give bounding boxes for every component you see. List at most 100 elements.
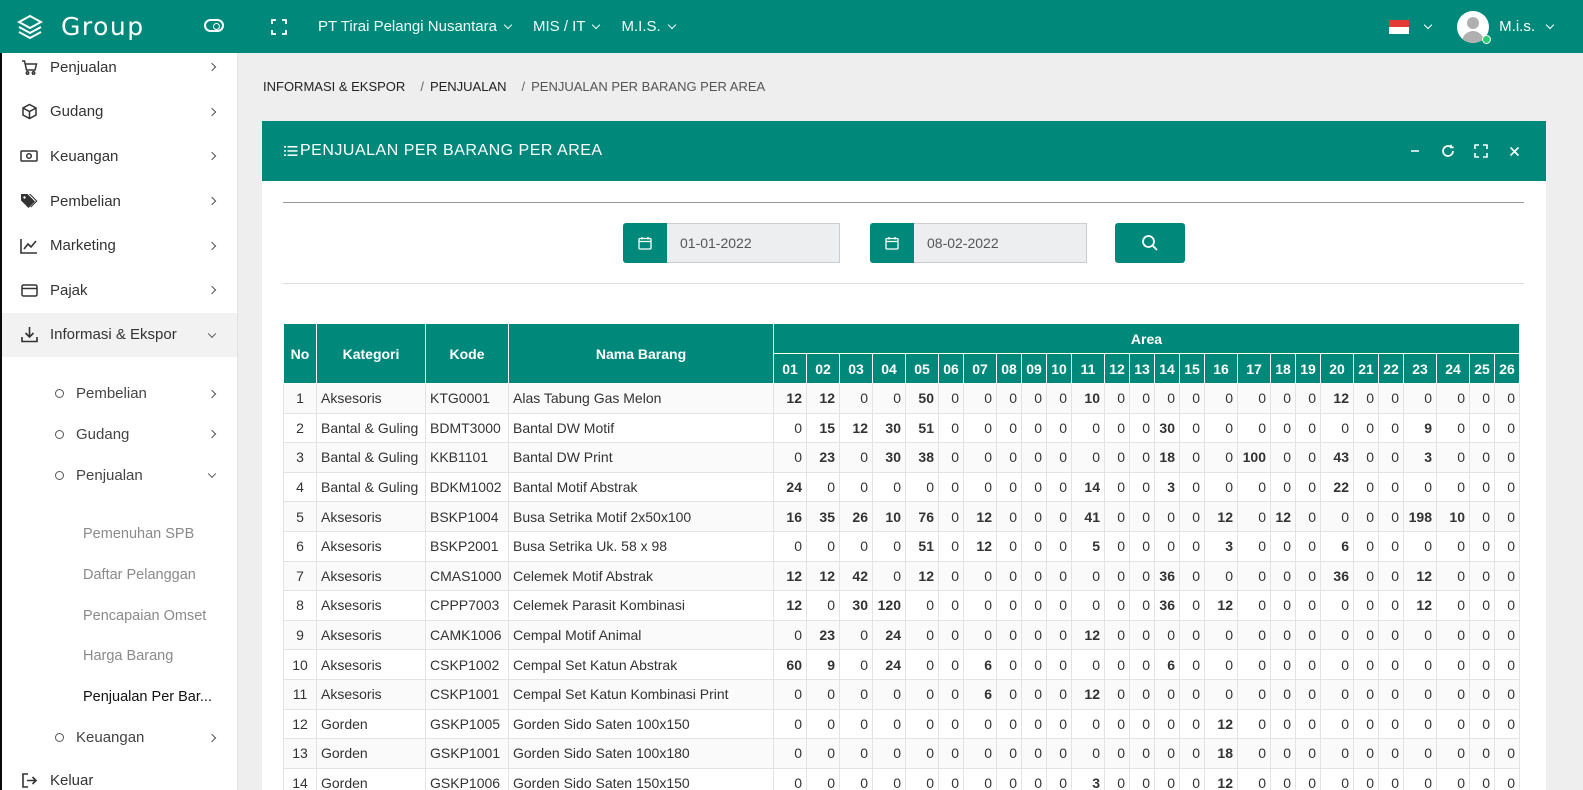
sidebar-leaf-harga-barang[interactable]: Harga Barang — [2, 636, 237, 677]
header-area-code[interactable]: 13 — [1129, 353, 1155, 384]
cell-area-qty: 0 — [1320, 768, 1354, 790]
cell-area-qty: 0 — [1378, 768, 1404, 790]
header-area-code[interactable]: 04 — [872, 353, 906, 384]
breadcrumb-item[interactable]: PENJUALAN — [430, 79, 507, 94]
header-area-code[interactable]: 17 — [1237, 353, 1271, 384]
cell-area-qty: 0 — [905, 620, 939, 651]
cell-area-qty: 12 — [1204, 501, 1238, 532]
table-row[interactable]: 4 Bantal & Guling BDKM1002 Bantal Motif Abs… — [283, 472, 1520, 503]
header-area-code[interactable]: 11 — [1071, 353, 1105, 384]
cell-area-qty: 0 — [1353, 709, 1379, 740]
date-to-input[interactable] — [914, 223, 1087, 263]
minimize-icon[interactable] — [1407, 143, 1423, 159]
table-row[interactable]: 7 Aksesoris CMAS1000 Celemek Motif Abstrak 1… — [283, 561, 1520, 592]
sidebar-leaf-daftar-pelanggan[interactable]: Daftar Pelanggan — [2, 554, 237, 595]
department-menu[interactable]: M.I.S. — [621, 18, 676, 35]
sidebar-item-pembelian[interactable]: Pembelian — [2, 179, 237, 224]
breadcrumb-item[interactable]: INFORMASI & EKSPOR — [263, 79, 405, 94]
refresh-icon[interactable] — [1440, 143, 1456, 159]
cell-area-qty: 0 — [1494, 413, 1520, 444]
header-area-code[interactable]: 15 — [1179, 353, 1205, 384]
header-area-code[interactable]: 25 — [1469, 353, 1495, 384]
division-menu[interactable]: MIS / IT — [533, 18, 601, 35]
sidebar-subitem-keuangan[interactable]: Keuangan — [2, 718, 237, 759]
language-chevron-icon[interactable] — [1423, 20, 1433, 29]
header-no[interactable]: No — [283, 323, 317, 384]
header-area-code[interactable]: 16 — [1204, 353, 1238, 384]
header-area-code[interactable]: 18 — [1270, 353, 1296, 384]
cell-area-qty: 0 — [1469, 413, 1495, 444]
header-area-code[interactable]: 10 — [1046, 353, 1072, 384]
calendar-icon[interactable] — [623, 223, 667, 263]
cell-area-qty: 0 — [1021, 442, 1047, 473]
sidebar-subitem-pembelian[interactable]: Pembelian — [2, 373, 237, 414]
cell-area-qty: 0 — [1403, 620, 1437, 651]
table-row[interactable]: 6 Aksesoris BSKP2001 Busa Setrika Uk. 58 x … — [283, 531, 1520, 562]
cell-area-qty: 0 — [1436, 442, 1470, 473]
header-area-code[interactable]: 22 — [1378, 353, 1404, 384]
table-row[interactable]: 3 Bantal & Guling KKB1101 Bantal DW Print 0 2… — [283, 442, 1520, 473]
header-area-code[interactable]: 20 — [1320, 353, 1354, 384]
indonesia-flag-icon[interactable] — [1389, 19, 1410, 34]
header-nama-barang[interactable]: Nama Barang — [508, 323, 774, 384]
table-row[interactable]: 9 Aksesoris CAMK1006 Cempal Motif Animal 0 23… — [283, 620, 1520, 651]
sidebar-subitem-gudang[interactable]: Gudang — [2, 414, 237, 455]
sidebar-leaf-penjualan-per-barang[interactable]: Penjualan Per Bar... — [2, 677, 237, 718]
sidebar-toggle-icon[interactable] — [204, 19, 224, 32]
header-area-code[interactable]: 09 — [1021, 353, 1047, 384]
table-row[interactable]: 14 Gorden GSKP1006 Gorden Sido Saten 150x15… — [283, 768, 1520, 790]
cell-area-qty: 0 — [1403, 768, 1437, 790]
sidebar-item-keluar[interactable]: Keluar — [2, 758, 237, 790]
header-area-code[interactable]: 26 — [1494, 353, 1520, 384]
table-row[interactable]: 8 Aksesoris CPPP7003 Celemek Parasit Kombin… — [283, 590, 1520, 621]
sidebar-subitem-penjualan[interactable]: Penjualan — [2, 455, 237, 496]
header-area-code[interactable]: 03 — [839, 353, 873, 384]
header-area-code[interactable]: 02 — [806, 353, 840, 384]
table-row[interactable]: 1 Aksesoris KTG0001 Alas Tabung Gas Melon 12… — [283, 383, 1520, 414]
header-kategori[interactable]: Kategori — [316, 323, 426, 384]
sidebar-item-label: Pajak — [50, 281, 88, 299]
header-area-code[interactable]: 07 — [963, 353, 997, 384]
header-area-code[interactable]: 14 — [1154, 353, 1180, 384]
sidebar-subitem-label: Keuangan — [76, 729, 145, 747]
table-row[interactable]: 10 Aksesoris CSKP1002 Cempal Set Katun Abst… — [283, 649, 1520, 680]
header-area-code[interactable]: 08 — [996, 353, 1022, 384]
header-area-code[interactable]: 12 — [1104, 353, 1130, 384]
sidebar-item-marketing[interactable]: Marketing — [2, 223, 237, 268]
header-area-code[interactable]: 19 — [1295, 353, 1321, 384]
header-area-code[interactable]: 24 — [1436, 353, 1470, 384]
header-area-code[interactable]: 01 — [773, 353, 807, 384]
cell-area-qty: 9 — [806, 649, 840, 680]
sidebar-item-label: Gudang — [50, 103, 104, 121]
sidebar-item-informasi-ekspor[interactable]: Informasi & Ekspor — [2, 312, 237, 358]
table-row[interactable]: 2 Bantal & Guling BDMT3000 Bantal DW Motif 0… — [283, 413, 1520, 444]
search-button[interactable] — [1115, 223, 1185, 263]
cell-area-qty: 0 — [1353, 649, 1379, 680]
header-area-code[interactable]: 05 — [905, 353, 939, 384]
sidebar-item-pajak[interactable]: Pajak — [2, 268, 237, 313]
sidebar-leaf-pencapaian-omset[interactable]: Pencapaian Omset — [2, 595, 237, 636]
header-area-code[interactable]: 21 — [1353, 353, 1379, 384]
fullscreen-icon[interactable] — [270, 18, 288, 36]
sidebar-item-gudang[interactable]: Gudang — [2, 90, 237, 135]
header-kode[interactable]: Kode — [425, 323, 509, 384]
cell-nama-barang: Gorden Sido Saten 150x150 — [508, 768, 774, 790]
expand-icon[interactable] — [1473, 143, 1489, 159]
table-row[interactable]: 5 Aksesoris BSKP1004 Busa Setrika Motif 2x5… — [283, 501, 1520, 532]
table-row[interactable]: 11 Aksesoris CSKP1001 Cempal Set Katun Komb… — [283, 679, 1520, 710]
sidebar-leaf-pemenuhan-spb[interactable]: Pemenuhan SPB — [2, 514, 237, 555]
calendar-icon[interactable] — [870, 223, 914, 263]
table-row[interactable]: 13 Gorden GSKP1001 Gorden Sido Saten 100x18… — [283, 738, 1520, 769]
username[interactable]: M.i.s. — [1499, 18, 1535, 35]
sidebar-item-penjualan[interactable]: Penjualan — [2, 53, 237, 90]
header-area-code[interactable]: 23 — [1403, 353, 1437, 384]
cell-area-qty: 0 — [938, 768, 964, 790]
close-icon[interactable] — [1506, 143, 1522, 159]
user-menu-chevron-icon[interactable] — [1545, 20, 1555, 29]
date-from-input[interactable] — [667, 223, 840, 263]
user-avatar-wrap[interactable] — [1457, 10, 1499, 44]
table-row[interactable]: 12 Gorden GSKP1005 Gorden Sido Saten 100x15… — [283, 709, 1520, 740]
company-menu[interactable]: PT Tirai Pelangi Nusantara — [318, 18, 513, 35]
header-area-code[interactable]: 06 — [938, 353, 964, 384]
sidebar-item-keuangan[interactable]: Keuangan — [2, 134, 237, 179]
